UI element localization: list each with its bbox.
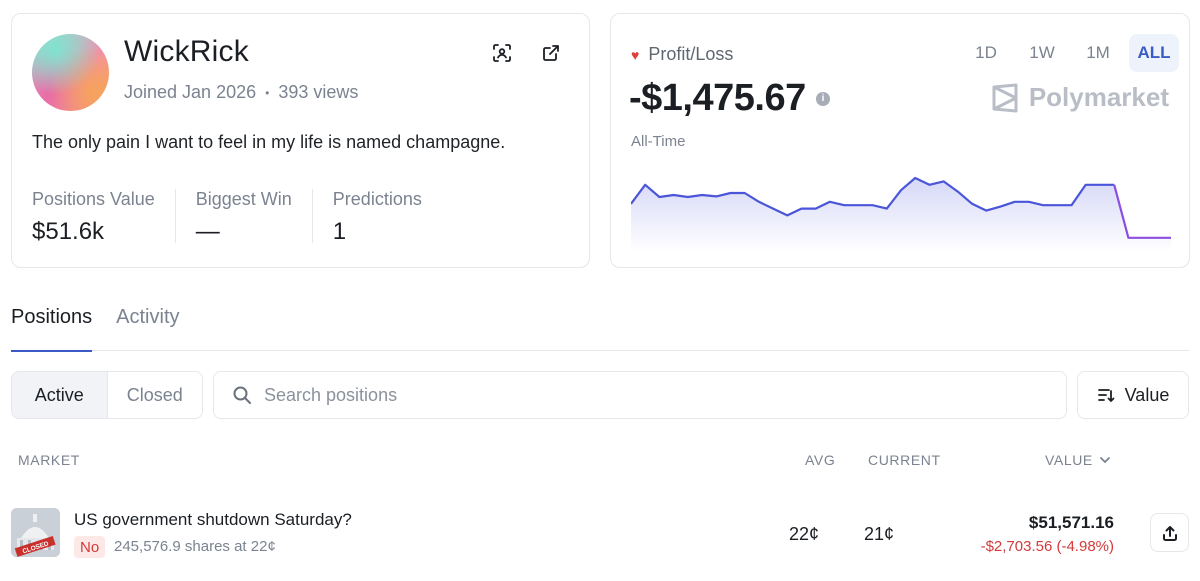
upload-icon — [1162, 525, 1177, 541]
sort-icon — [1097, 389, 1115, 403]
position-change: -$2,703.56 (-4.98%) — [980, 538, 1114, 555]
column-header-value-label: VALUE — [1045, 452, 1093, 468]
info-icon[interactable]: i — [815, 91, 830, 106]
polymarket-logo-icon — [992, 83, 1018, 112]
search-icon — [233, 386, 251, 404]
pnl-header: ♥ Profit/Loss — [631, 44, 733, 65]
pnl-card: ♥ Profit/Loss -$1,475.67 i All-Time 1D 1… — [610, 13, 1190, 268]
stat-positions-value: Positions Value $51.6k — [32, 189, 176, 245]
pnl-chart — [631, 176, 1171, 252]
open-external-button[interactable] — [539, 41, 563, 65]
status-segmented-control: Active Closed — [11, 371, 203, 419]
outcome-badge: No — [74, 536, 106, 558]
share-position-button[interactable] — [1150, 513, 1189, 552]
stat-value: — — [195, 218, 220, 245]
view-count: 393 views — [278, 82, 359, 102]
profile-stats: Positions Value $51.6k Biggest Win — Pre… — [32, 189, 462, 245]
market-title[interactable]: US government shutdown Saturday? — [74, 510, 352, 530]
stat-label: Predictions — [332, 189, 422, 209]
stat-label: Biggest Win — [195, 189, 292, 209]
range-1w[interactable]: 1W — [1017, 34, 1067, 72]
external-link-icon — [543, 45, 559, 61]
brand-name: Polymarket — [1028, 82, 1169, 112]
segment-active[interactable]: Active — [12, 372, 107, 418]
time-range-selector: 1D 1W 1M ALL — [961, 34, 1179, 72]
avatar — [32, 34, 109, 111]
market-thumbnail: CLOSED — [11, 508, 60, 557]
segment-closed[interactable]: Closed — [106, 372, 203, 418]
stat-label: Positions Value — [32, 189, 155, 209]
profile-meta: Joined Jan 2026 • 393 views — [124, 82, 358, 103]
sort-button[interactable]: Value — [1077, 371, 1189, 419]
search-input[interactable] — [264, 384, 1044, 406]
avg-price: 22¢ — [789, 524, 820, 544]
position-value: $51,571.16 — [1028, 513, 1114, 532]
column-header-avg[interactable]: AVG — [805, 452, 835, 468]
scan-profile-button[interactable] — [490, 41, 514, 65]
stat-value: 1 — [332, 218, 347, 245]
range-1m[interactable]: 1M — [1073, 34, 1123, 72]
stat-predictions: Predictions 1 — [332, 189, 442, 245]
pnl-amount: -$1,475.67 — [629, 77, 806, 119]
search-box — [213, 371, 1067, 419]
joined-date: Joined Jan 2026 — [124, 82, 257, 102]
tab-positions[interactable]: Positions — [11, 306, 93, 352]
profile-bio: The only pain I want to feel in my life … — [32, 132, 506, 152]
pnl-label: Profit/Loss — [648, 44, 734, 64]
sort-label: Value — [1124, 384, 1170, 405]
column-header-market: MARKET — [18, 452, 80, 468]
tabs-bar: Positions Activity — [11, 306, 1189, 352]
current-price: 21¢ — [864, 524, 895, 544]
column-header-current[interactable]: CURRENT — [868, 452, 941, 468]
tab-activity[interactable]: Activity — [116, 306, 179, 351]
brand-watermark: Polymarket — [991, 82, 1169, 113]
stat-value: $51.6k — [32, 218, 105, 245]
profile-card: WickRick Joined Jan 2026 • 393 views The… — [11, 13, 590, 268]
range-all[interactable]: ALL — [1129, 34, 1179, 72]
chevron-down-icon — [1099, 457, 1110, 464]
shares-info: 245,576.9 shares at 22¢ — [114, 538, 276, 555]
username: WickRick — [124, 35, 249, 68]
position-value-cell: $51,571.16 -$2,703.56 (-4.98%) — [981, 513, 1114, 555]
stat-biggest-win: Biggest Win — — [195, 189, 313, 245]
range-1d[interactable]: 1D — [961, 34, 1011, 72]
table-row[interactable]: CLOSED US government shutdown Saturday? … — [0, 500, 1200, 581]
pnl-period: All-Time — [631, 133, 686, 150]
separator-dot: • — [265, 85, 270, 100]
face-scan-icon — [493, 44, 511, 62]
column-header-value[interactable]: VALUE — [1045, 452, 1111, 468]
heart-icon: ♥ — [631, 46, 640, 63]
pnl-amount-row: -$1,475.67 i — [629, 77, 830, 120]
